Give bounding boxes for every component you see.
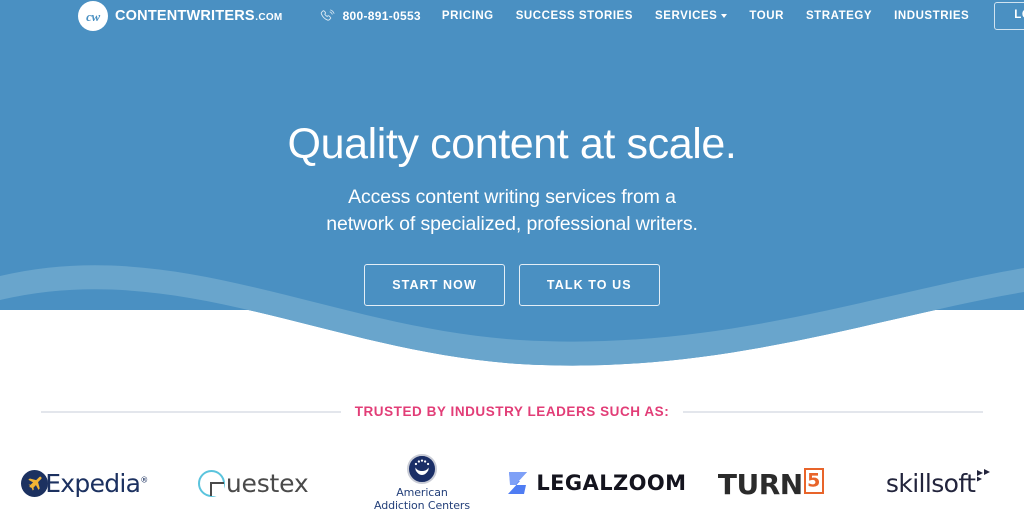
hero-section: cw CONTENTWRITERS .COM 800-891-0553 PRICI… [0,0,1024,380]
expedia-word-text: Expedia [45,468,141,498]
phone-icon [320,9,335,21]
questex-wordmark: uestex [225,468,309,498]
nav-item-services[interactable]: SERVICES [644,0,738,32]
hero-subtitle-line2: network of specialized, professional wri… [326,213,698,236]
legalzoom-wordmark: LEGALZOOM [536,470,687,495]
aac-emblem-glyph [409,455,435,479]
trusted-by-label: TRUSTED BY INDUSTRY LEADERS SUCH AS: [354,404,670,419]
nav-item-tour[interactable]: TOUR [738,0,795,32]
divider-right [683,410,984,413]
aac-wordmark: American Addiction Centers [373,485,470,513]
brand-logo[interactable]: cw CONTENTWRITERS .COM [78,0,283,32]
site-header-navbar: cw CONTENTWRITERS .COM 800-891-0553 PRICI… [0,0,1024,32]
chevron-down-icon [721,13,728,18]
hero-subtitle-line1: Access content writing services from a [348,186,676,209]
cw-logo-icon: cw [78,1,108,31]
logo-questex[interactable]: uestex [169,452,338,514]
logo-skillsoft[interactable]: skillsoft [855,452,1024,514]
hero-cta-row: START NOW TALK TO US [0,263,1024,306]
phone-link[interactable]: 800-891-0553 [319,8,431,25]
talk-to-us-button[interactable]: TALK TO US [518,263,660,306]
turn5-five-digit: 5 [806,469,822,491]
legalzoom-z-icon [508,472,528,494]
hero-content: Quality content at scale. Access content… [0,0,1024,306]
brand-wordmark: CONTENTWRITERS .COM [115,8,283,24]
logo-turn5[interactable]: TURN 5 [686,452,855,514]
start-now-button[interactable]: START NOW [364,263,505,306]
brand-tld: .COM [255,12,283,23]
trusted-by-heading: TRUSTED BY INDUSTRY LEADERS SUCH AS: [0,404,1024,419]
expedia-registered-mark: ® [140,475,148,485]
airplane-glyph [28,476,42,490]
skillsoft-arrows-icon [977,468,991,481]
cw-logo-text: cw [86,8,100,24]
skillsoft-wordmark: skillsoft [885,468,976,498]
primary-navigation: 800-891-0553 PRICING SUCCESS STORIES SER… [319,0,1024,32]
logo-expedia[interactable]: Expedia® [0,452,169,514]
expedia-plane-icon [21,469,49,497]
login-button[interactable]: LOGIN [994,2,1024,30]
logo-american-addiction-centers[interactable]: American Addiction Centers [338,452,507,514]
divider-left [40,410,341,413]
brand-name: CONTENTWRITERS [115,8,255,24]
nav-item-pricing[interactable]: PRICING [431,0,505,32]
questex-q-icon [197,469,225,497]
turn5-five-badge: 5 [803,467,824,494]
hero-title: Quality content at scale. [287,120,737,168]
logo-legalzoom[interactable]: LEGALZOOM [506,452,686,514]
client-logo-row: Expedia® uestex American Addiction Cente… [0,452,1024,514]
aac-line2: Addiction Centers [373,498,470,512]
nav-item-services-label: SERVICES [655,10,718,22]
nav-item-strategy[interactable]: STRATEGY [795,0,883,32]
hero-subtitle: Access content writing services from a n… [0,184,1024,238]
nav-item-success-stories[interactable]: SUCCESS STORIES [505,0,644,32]
nav-item-industries[interactable]: INDUSTRIES [883,0,980,32]
phone-number: 800-891-0553 [342,9,421,23]
turn5-wordmark: TURN [717,467,803,501]
expedia-wordmark: Expedia® [45,468,148,498]
aac-line1: American [396,485,448,499]
aac-emblem-icon [406,453,437,484]
